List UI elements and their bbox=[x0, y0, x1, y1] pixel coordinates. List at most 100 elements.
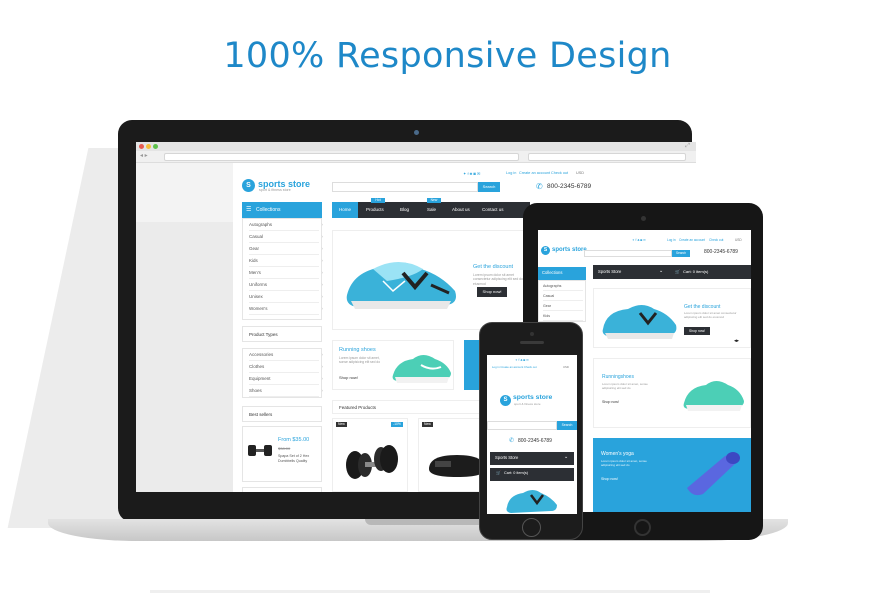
badge-sale: -10% bbox=[391, 422, 403, 428]
phone-cart[interactable]: 🛒 Cart: 0 item(s) bbox=[490, 468, 574, 481]
featured-title: Featured Products bbox=[339, 405, 377, 410]
hero-shop-now-button[interactable]: Shop now! bbox=[477, 287, 507, 297]
running-shoes-card[interactable]: Running shoes Lorem ipsum dolor sit amet… bbox=[332, 340, 454, 390]
nav-sale[interactable]: Sale bbox=[427, 207, 436, 213]
floor-line bbox=[150, 590, 710, 593]
close-dot-icon[interactable] bbox=[139, 144, 144, 149]
phone-menu[interactable]: Sports Store ⌄ bbox=[490, 452, 574, 465]
tablet-search-button[interactable]: Search bbox=[672, 250, 690, 257]
tablet-login[interactable]: Log in bbox=[667, 238, 676, 242]
tablet-currency[interactable]: USD bbox=[735, 238, 742, 242]
nav-about[interactable]: About us bbox=[452, 207, 470, 213]
browser-search-field[interactable] bbox=[528, 153, 686, 161]
tablet-cart[interactable]: 🛒 Cart: 0 item(s) bbox=[669, 265, 751, 279]
nav-home[interactable]: Home bbox=[332, 202, 358, 218]
collection-item[interactable]: Unisex › bbox=[249, 291, 323, 303]
featured-product-card[interactable]: New bbox=[418, 418, 488, 492]
collection-item[interactable]: Gear › bbox=[249, 243, 323, 255]
tablet-shoe-image bbox=[602, 305, 677, 339]
phone-site-name[interactable]: sports store bbox=[513, 394, 552, 402]
phone-top-links[interactable]: Log in Create an account Check out bbox=[492, 366, 537, 369]
phone-search-input[interactable] bbox=[487, 421, 557, 430]
laptop-camera bbox=[414, 130, 419, 135]
minimize-dot-icon[interactable] bbox=[146, 144, 151, 149]
tablet-store-label: Sports Store bbox=[598, 269, 622, 274]
hero-banner[interactable]: Get the discount Lorem ipsum dolor sit a… bbox=[332, 230, 530, 330]
currency-select[interactable]: USD bbox=[576, 171, 584, 176]
collection-item[interactable]: Casual › bbox=[249, 231, 323, 243]
collection-item[interactable]: Uniforms › bbox=[249, 279, 323, 291]
best-sellers-title: Best sellers bbox=[249, 412, 273, 417]
menu-icon: ☰ bbox=[246, 207, 252, 213]
tablet-create-account[interactable]: Create an account bbox=[679, 238, 705, 242]
nav-badge-new: New bbox=[427, 198, 441, 203]
tablet-yoga-card[interactable]: Women's yoga Lorem ipsum dolor sit amet,… bbox=[593, 438, 751, 512]
tablet-phone[interactable]: 800-2345-6789 bbox=[704, 250, 738, 255]
collections-header[interactable]: ☰ Collections bbox=[242, 202, 322, 218]
phone-home-button[interactable] bbox=[522, 518, 541, 537]
browser-toolbar: ◂ ▸ bbox=[136, 151, 696, 163]
yoga-mat-image bbox=[687, 452, 740, 496]
tablet-collection-item[interactable]: Autographs bbox=[543, 281, 583, 291]
maximize-dot-icon[interactable] bbox=[153, 144, 158, 149]
tablet-running-card[interactable]: Runningshoes Lorem ipsum dolor sit amet,… bbox=[593, 358, 751, 428]
tablet-collection-item[interactable]: Kids bbox=[543, 311, 583, 321]
teal-shoe-image bbox=[392, 355, 451, 383]
dumbbell-thumb-icon bbox=[248, 445, 272, 456]
phone-currency[interactable]: USD bbox=[563, 366, 569, 369]
top-link-checkout[interactable]: Check out bbox=[551, 171, 568, 176]
phone-chevron-down-icon: ⌄ bbox=[564, 454, 569, 460]
phone-number[interactable]: 800-2345-6789 bbox=[547, 183, 591, 191]
type-item[interactable]: Accessories › bbox=[249, 349, 323, 361]
logo-icon[interactable]: S bbox=[242, 179, 255, 192]
badge-new: New bbox=[336, 422, 347, 428]
mat-bag-image bbox=[429, 455, 485, 477]
nav-blog[interactable]: Blog bbox=[400, 207, 409, 213]
address-bar[interactable] bbox=[164, 153, 519, 161]
search-input[interactable] bbox=[332, 182, 478, 192]
carousel-arrows-icon[interactable]: ◂▸ bbox=[734, 339, 739, 344]
phone-search-button[interactable]: Search bbox=[557, 421, 577, 430]
main-nav: Home Products Blog Sale About us Contact… bbox=[332, 202, 530, 218]
nav-badge-hot: Hot bbox=[371, 198, 385, 203]
back-forward-icon[interactable]: ◂ ▸ bbox=[140, 153, 148, 159]
top-link-create-account[interactable]: Create an account bbox=[519, 171, 550, 176]
phone-screen: ✦ f ♣ ◙ ✉ Log in Create an account Check… bbox=[487, 355, 577, 514]
tablet-checkout[interactable]: Check out bbox=[709, 238, 723, 242]
collection-item[interactable]: Autographs › bbox=[249, 219, 323, 231]
cart-icon: 🛒 bbox=[675, 269, 680, 274]
best-seller-item[interactable]: From $35.00 $38.00 Spapa Set of 2 Hex Du… bbox=[242, 426, 322, 482]
tablet-social-icons[interactable]: ✦ f ♣ ◙ ✉ bbox=[632, 238, 646, 242]
collection-item[interactable]: Women's › bbox=[249, 303, 323, 315]
nav-contact[interactable]: Contact us bbox=[482, 207, 504, 213]
type-item[interactable]: Equipment › bbox=[249, 373, 323, 385]
search-button[interactable]: Search bbox=[478, 182, 500, 192]
top-link-login[interactable]: Log in bbox=[506, 171, 516, 176]
phone-number-mobile[interactable]: 800-2345-6789 bbox=[518, 439, 552, 444]
tablet-collections-header[interactable]: Collections bbox=[538, 267, 586, 280]
tablet-home-button[interactable] bbox=[634, 519, 651, 536]
phone-logo-icon[interactable]: S bbox=[500, 395, 511, 406]
tablet-collection-item[interactable]: Casual bbox=[543, 291, 583, 301]
tablet-site-name[interactable]: sports store bbox=[552, 247, 587, 253]
collection-item[interactable]: Men's › bbox=[249, 267, 323, 279]
tablet-logo-icon[interactable]: S bbox=[541, 246, 550, 255]
phone-social-icons[interactable]: ✦ f ♣ ◙ ✉ bbox=[515, 358, 529, 362]
running-shop-link[interactable]: Shop now! bbox=[339, 376, 358, 380]
tablet-running-shop[interactable]: Shop now! bbox=[602, 400, 619, 405]
type-item[interactable]: Shoes › bbox=[249, 385, 323, 397]
phone-cart-icon: 🛒 bbox=[496, 471, 501, 475]
tablet-hero[interactable]: Get the discount Lorem ipsum dolor sit a… bbox=[593, 288, 751, 348]
nav-products[interactable]: Products bbox=[366, 207, 384, 213]
type-item[interactable]: Clothes › bbox=[249, 361, 323, 373]
tablet-yoga-shop[interactable]: Shop now! bbox=[601, 477, 618, 482]
collection-item[interactable]: Kids › bbox=[249, 255, 323, 267]
best-seller-name[interactable]: Spapa Set of 2 Hex Dumbbells Quality bbox=[278, 454, 318, 463]
tablet-search-input[interactable] bbox=[584, 250, 672, 257]
tablet-store-menu[interactable]: Sports Store ⌄ bbox=[593, 265, 669, 279]
tablet-hero-shop-button[interactable]: Shop now! bbox=[684, 327, 710, 335]
social-icons[interactable]: ✦ f ♣ ◙ ✉ bbox=[463, 172, 480, 176]
featured-product-card[interactable]: New -10% bbox=[332, 418, 408, 492]
fullscreen-icon[interactable]: ⤢ bbox=[685, 143, 690, 149]
tablet-collection-item[interactable]: Gear bbox=[543, 301, 583, 311]
